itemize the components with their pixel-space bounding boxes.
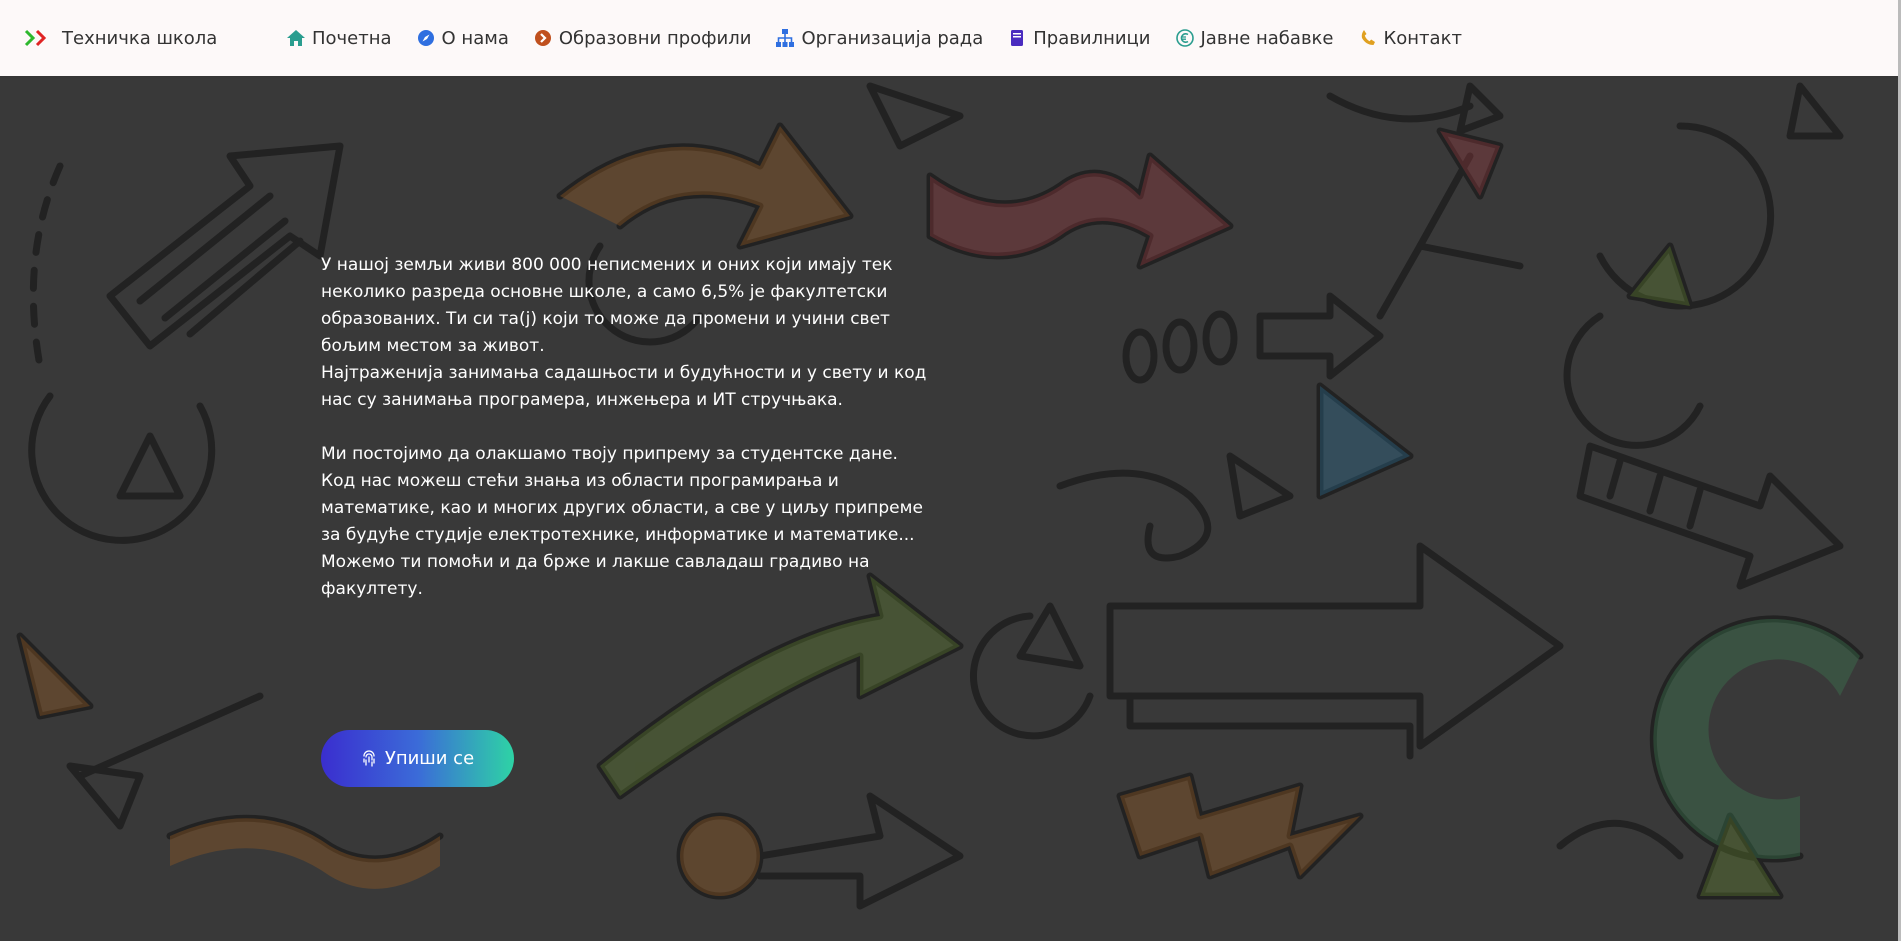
hero-paragraph: Најтраженија занимања садашњости и будућ… — [321, 363, 927, 410]
nav-item-label: Почетна — [312, 27, 392, 49]
brand-logo-icon — [24, 29, 48, 47]
hero-paragraph: Код нас можеш стећи знања из области про… — [321, 471, 923, 545]
phone-icon — [1361, 30, 1375, 45]
hero-overlay — [0, 76, 1901, 941]
nav-item-rules[interactable]: Правилници — [1007, 27, 1151, 49]
nav-item-about[interactable]: О нама — [416, 28, 509, 49]
hero-text-block: У нашој земљи живи 800 000 неписмених и … — [321, 252, 941, 603]
euro-icon — [1175, 29, 1194, 47]
nav-item-procurement[interactable]: Јавне набавке — [1175, 28, 1334, 49]
sitemap-icon — [776, 29, 795, 47]
hero-paragraph: У нашој земљи живи 800 000 неписмених и … — [321, 255, 893, 356]
nav-item-label: Правилници — [1033, 27, 1151, 49]
top-navbar: Техничка школа Почетна О нама Образовни … — [0, 0, 1901, 76]
brand[interactable]: Техничка школа — [24, 24, 217, 52]
book-icon — [1011, 30, 1024, 46]
brand-name: Техничка школа — [62, 27, 218, 49]
fingerprint-icon — [363, 749, 375, 767]
nav-item-home[interactable]: Почетна — [286, 28, 392, 49]
nav-item-label: Јавне набавке — [1200, 27, 1334, 49]
chevron-circle-icon — [534, 30, 551, 46]
home-icon — [287, 30, 305, 46]
compass-icon — [417, 30, 434, 46]
nav-item-label: Образовни профили — [558, 27, 752, 49]
nav-item-contact[interactable]: Контакт — [1358, 28, 1462, 49]
main-nav: Почетна О нама Образовни профили Организ… — [286, 24, 1462, 52]
enroll-button[interactable]: Упиши се — [321, 730, 514, 787]
hero-section: У нашој земљи живи 800 000 неписмених и … — [0, 76, 1901, 941]
nav-item-organization[interactable]: Организација рада — [775, 28, 983, 49]
nav-item-label: Организација рада — [801, 27, 984, 49]
hero-paragraph: Можемо ти помоћи и да брже и лакше савла… — [321, 552, 870, 599]
nav-item-label: Контакт — [1383, 27, 1462, 49]
nav-item-label: О нама — [441, 27, 509, 49]
enroll-button-label: Упиши се — [384, 748, 475, 769]
hero-paragraph: Ми постојимо да олакшамо твоју припрему … — [321, 444, 898, 464]
nav-item-profiles[interactable]: Образовни профили — [533, 27, 752, 49]
